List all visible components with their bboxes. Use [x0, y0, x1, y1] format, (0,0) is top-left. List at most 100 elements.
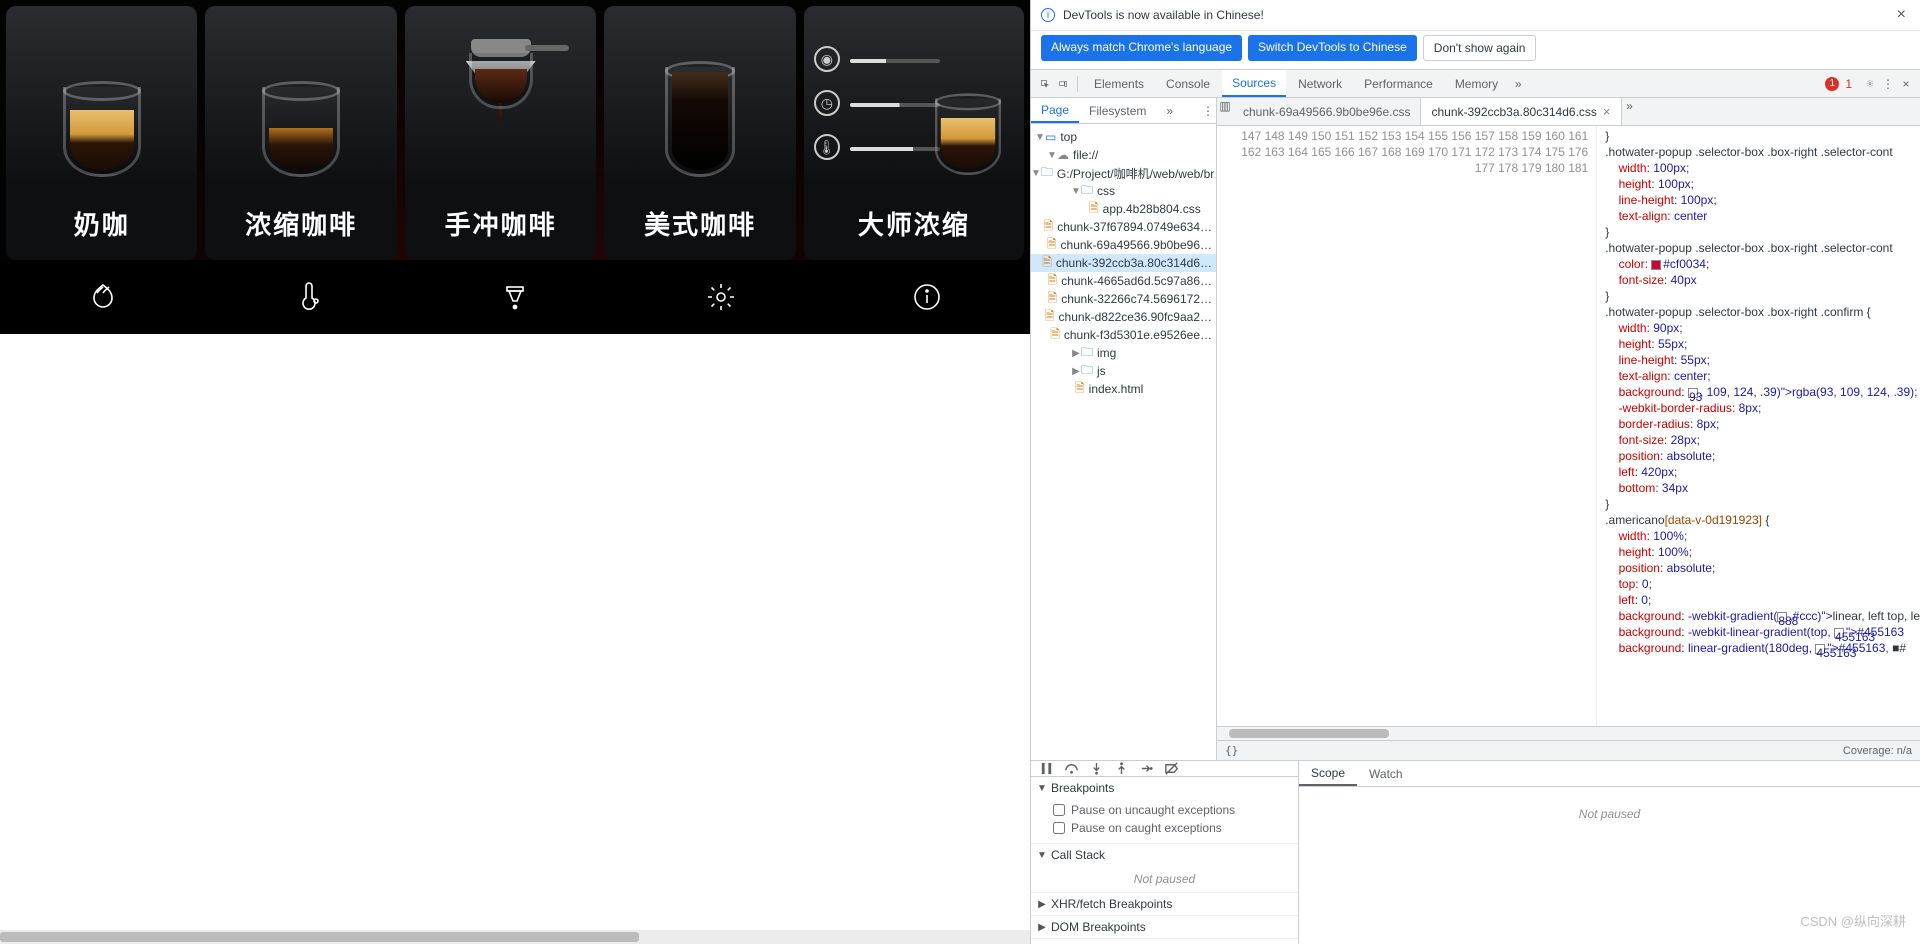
section-global[interactable]: ▶Global Listeners [1031, 939, 1298, 944]
tabs-overflow-icon[interactable]: » [1510, 76, 1526, 92]
close-devtools-icon[interactable]: × [1898, 76, 1914, 92]
thermometer-icon[interactable]: 🌡 [814, 134, 840, 160]
step-into-icon[interactable] [1089, 761, 1104, 776]
callstack-empty: Not paused [1031, 866, 1298, 892]
navigator-kebab-icon[interactable]: ⋮ [1200, 103, 1216, 119]
coffee-cards: 奶咖 浓缩咖啡 手冲咖啡 [0, 0, 1030, 260]
card-milk-coffee[interactable]: 奶咖 [6, 6, 197, 260]
step-icon[interactable] [1139, 761, 1154, 776]
tree-file-selected[interactable]: 🗎chunk-392ccb3a.80c314d6… [1031, 254, 1216, 272]
card-label: 奶咖 [74, 205, 130, 242]
pretty-print-icon[interactable]: {} [1225, 744, 1238, 757]
filetab-sidebar-icon[interactable]: ▥ [1217, 98, 1233, 114]
card-label: 手冲咖啡 [445, 205, 557, 242]
close-icon[interactable]: × [1893, 6, 1910, 24]
chk-pause-uncaught[interactable]: Pause on uncaught exceptions [1053, 801, 1290, 819]
step-over-icon[interactable] [1064, 761, 1079, 776]
tree-file[interactable]: 🗎chunk-37f67894.0749e634… [1031, 218, 1216, 236]
tab-network[interactable]: Network [1288, 70, 1352, 97]
navigator-pane: Page Filesystem » ⋮ ▼▭top ▼☁file:// ▼🗀G:… [1031, 98, 1217, 760]
tree-file[interactable]: 🗎chunk-4665ad6d.5c97a86… [1031, 272, 1216, 290]
section-header[interactable]: ▼Breakpoints [1031, 777, 1298, 799]
tree-path[interactable]: ▼🗀G:/Project/咖啡机/web/web/br… [1031, 164, 1216, 182]
kebab-icon[interactable]: ⋮ [1880, 76, 1896, 92]
section-xhr[interactable]: ▶XHR/fetch Breakpoints [1031, 893, 1298, 915]
scope-watch-tabs: Scope Watch [1299, 761, 1920, 787]
code-horizontal-scrollbar[interactable] [1217, 726, 1920, 740]
inspect-icon[interactable] [1037, 76, 1053, 92]
coffee-app: 奶咖 浓缩咖啡 手冲咖啡 [0, 0, 1030, 944]
section-callstack: ▼Call Stack Not paused [1031, 844, 1298, 893]
subtab-page[interactable]: Page [1031, 98, 1079, 123]
section-dom[interactable]: ▶DOM Breakpoints [1031, 916, 1298, 938]
chk-pause-caught[interactable]: Pause on caught exceptions [1053, 819, 1290, 837]
language-banner-buttons: Always match Chrome's language Switch De… [1031, 31, 1920, 70]
card-pourover[interactable]: 手冲咖啡 [405, 6, 596, 260]
settings-button[interactable] [618, 260, 824, 334]
cup-americano [650, 57, 750, 177]
gauge-icon[interactable]: ◉ [814, 46, 840, 72]
language-banner: i DevTools is now available in Chinese! … [1031, 0, 1920, 31]
tree-folder-img[interactable]: ▶🗀img [1031, 344, 1216, 362]
tree-origin[interactable]: ▼☁file:// [1031, 146, 1216, 164]
tree-folder-css[interactable]: ▼🗀css [1031, 182, 1216, 200]
btn-switch-chinese[interactable]: Switch DevTools to Chinese [1248, 35, 1417, 61]
tab-elements[interactable]: Elements [1084, 70, 1154, 97]
steam-icon [87, 281, 119, 313]
card-espresso[interactable]: 浓缩咖啡 [205, 6, 396, 260]
master-sliders: ◉ ◷ 🌡 [814, 46, 840, 160]
tab-watch[interactable]: Watch [1357, 761, 1415, 786]
tree-file[interactable]: 🗎chunk-32266c74.5696172… [1031, 290, 1216, 308]
navigator-subtabs: Page Filesystem » ⋮ [1031, 98, 1216, 124]
step-out-icon[interactable] [1114, 761, 1129, 776]
tab-performance[interactable]: Performance [1354, 70, 1443, 97]
debugger-panels: ▼Breakpoints Pause on uncaught exception… [1031, 761, 1299, 944]
debugger-drawer: ▼Breakpoints Pause on uncaught exception… [1031, 760, 1920, 944]
code-editor[interactable]: 147 148 149 150 151 152 153 154 155 156 … [1217, 126, 1920, 726]
close-icon[interactable]: × [1603, 104, 1611, 119]
section-header[interactable]: ▼Call Stack [1031, 844, 1298, 866]
tree-file[interactable]: 🗎chunk-f3d5301e.e9526ee… [1031, 326, 1216, 344]
card-master-espresso[interactable]: ◉ ◷ 🌡 大师浓缩 [804, 6, 1024, 260]
clock-icon[interactable]: ◷ [814, 90, 840, 116]
temperature-button[interactable] [206, 260, 412, 334]
card-americano[interactable]: 美式咖啡 [604, 6, 795, 260]
tree-file[interactable]: 🗎index.html [1031, 380, 1216, 398]
device-icon[interactable] [1055, 76, 1071, 92]
coverage-bar: {} Coverage: n/a [1217, 740, 1920, 760]
file-tree: ▼▭top ▼☁file:// ▼🗀G:/Project/咖啡机/web/web… [1031, 124, 1216, 760]
steam-button[interactable] [0, 260, 206, 334]
tab-memory[interactable]: Memory [1445, 70, 1508, 97]
settings-gear-icon[interactable] [1862, 76, 1878, 92]
error-badge[interactable]: 1 [1825, 77, 1839, 91]
bottom-toolbar [0, 260, 1030, 334]
filter-button[interactable] [412, 260, 618, 334]
filetab-active[interactable]: chunk-392ccb3a.80c314d6.css× [1421, 98, 1621, 125]
tree-file[interactable]: 🗎chunk-69a49566.9b0be96… [1031, 236, 1216, 254]
subtab-more[interactable]: » [1156, 98, 1183, 123]
filetab[interactable]: chunk-69a49566.9b0be96e.css [1233, 98, 1421, 125]
filetab-overflow-icon[interactable]: » [1622, 98, 1638, 114]
deactivate-breakpoints-icon[interactable] [1164, 761, 1179, 776]
tab-sources[interactable]: Sources [1222, 70, 1286, 97]
btn-match-language[interactable]: Always match Chrome's language [1041, 35, 1242, 61]
card-label: 浓缩咖啡 [245, 205, 357, 242]
tree-top[interactable]: ▼▭top [1031, 128, 1216, 146]
cup-milk [52, 57, 152, 177]
banner-text: DevTools is now available in Chinese! [1063, 8, 1264, 22]
tab-scope[interactable]: Scope [1299, 761, 1357, 786]
tree-file[interactable]: 🗎app.4b28b804.css [1031, 200, 1216, 218]
info-icon: i [1041, 8, 1055, 22]
tab-console[interactable]: Console [1156, 70, 1220, 97]
subtab-filesystem[interactable]: Filesystem [1079, 98, 1156, 123]
pause-icon[interactable] [1039, 761, 1054, 776]
tree-file[interactable]: 🗎chunk-d822ce36.90fc9aa2… [1031, 308, 1216, 326]
scope-pane: Scope Watch Not paused [1299, 761, 1920, 944]
cup-master [925, 73, 1010, 175]
tree-folder-js[interactable]: ▶🗀js [1031, 362, 1216, 380]
devtools: i DevTools is now available in Chinese! … [1030, 0, 1920, 944]
btn-dont-show[interactable]: Don't show again [1423, 35, 1537, 61]
info-button[interactable] [824, 260, 1030, 334]
horizontal-scrollbar[interactable] [0, 930, 1030, 944]
temperature-icon [293, 281, 325, 313]
